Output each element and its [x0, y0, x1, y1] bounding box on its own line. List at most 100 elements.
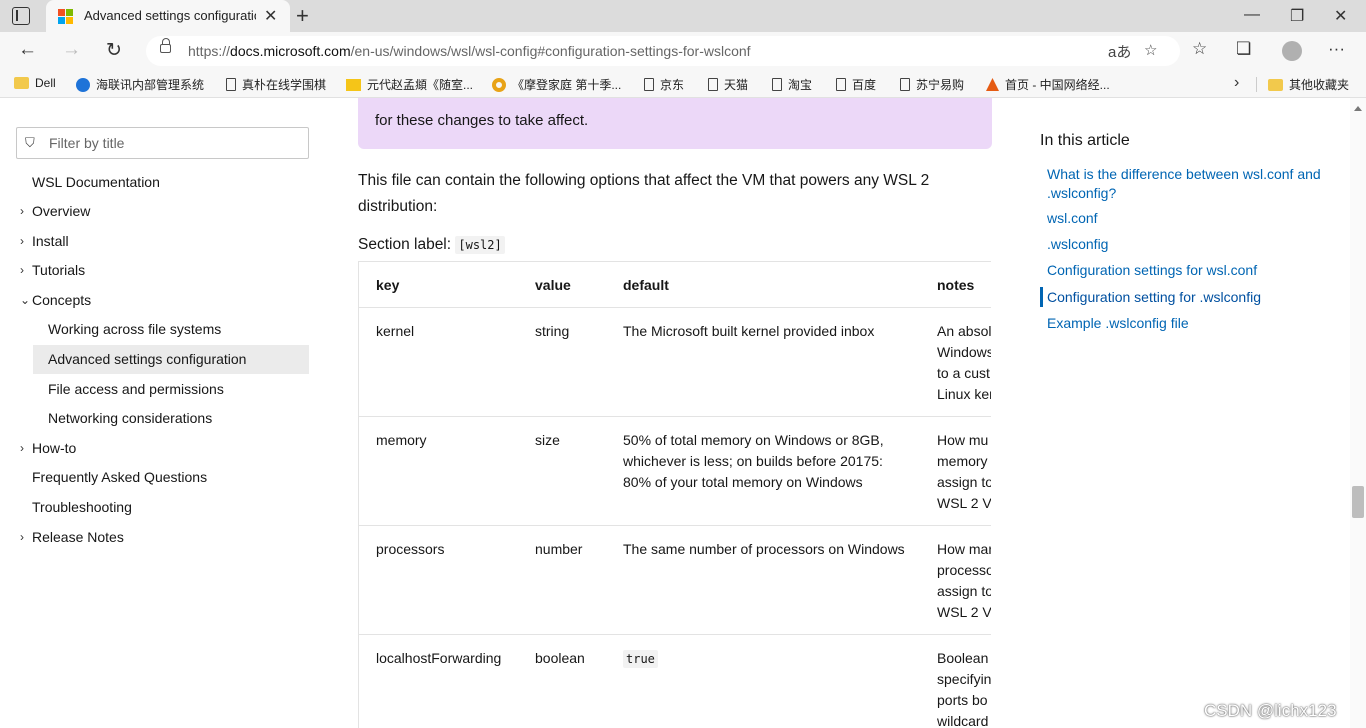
chevron-right-icon[interactable]: › — [20, 530, 24, 544]
column-header-key: key — [376, 277, 400, 293]
cell-default: true — [623, 648, 923, 670]
back-icon[interactable]: ← — [18, 39, 37, 61]
bookmark-item[interactable]: 京东 — [644, 76, 684, 93]
sidebar-item-wsl-documentation[interactable]: WSL Documentation — [32, 174, 160, 190]
minimize-icon[interactable]: — — [1244, 6, 1260, 24]
bookmark-item[interactable]: 淘宝 — [772, 76, 812, 93]
forward-icon[interactable]: → — [62, 39, 81, 61]
other-bookmarks[interactable]: 其他收藏夹 — [1268, 76, 1349, 93]
sidebar-item-troubleshooting[interactable]: Troubleshooting — [32, 499, 132, 515]
close-tab-icon[interactable]: ✕ — [264, 6, 277, 26]
article-link-wsl-conf[interactable]: wsl.conf — [1047, 209, 1337, 228]
settings-table: key value default notes kernel string Th… — [358, 261, 991, 728]
red-icon — [986, 78, 999, 91]
cell-value: boolean — [535, 650, 585, 666]
read-aloud-icon[interactable]: aあ — [1108, 41, 1131, 62]
bookmark-item[interactable]: 首页 - 中国网络经... — [986, 76, 1110, 93]
column-header-notes: notes — [937, 277, 975, 293]
sidebar-item-networking[interactable]: Networking considerations — [48, 410, 212, 426]
folder-icon — [1268, 78, 1283, 91]
chevron-right-icon[interactable]: › — [20, 263, 24, 277]
cell-notes: An absol Windows to a cust Linux ker — [937, 323, 991, 402]
note-text: for these changes to take affect. — [375, 112, 589, 129]
article-link-config-wsl-conf[interactable]: Configuration settings for wsl.conf — [1047, 261, 1337, 280]
sidebar-item-how-to[interactable]: How-to — [32, 440, 76, 456]
bookmark-item[interactable]: 海联讯内部管理系统 — [76, 76, 204, 93]
add-favorite-icon[interactable]: ☆ — [1144, 41, 1157, 59]
tab-bar: Advanced settings configuration ✕ + — ❐ … — [0, 0, 1366, 32]
default-code: true — [623, 650, 658, 668]
table-header-row: key value default notes — [359, 262, 991, 308]
tab-title: Advanced settings configuration — [84, 8, 256, 23]
scrollbar-thumb[interactable] — [1352, 486, 1364, 518]
bookmark-item[interactable]: 真朴在线学围棋 — [226, 76, 326, 93]
favorites-icon[interactable]: ☆ — [1192, 39, 1207, 59]
article-paragraph: This file can contain the following opti… — [358, 172, 930, 215]
watermark: CSDN @lichx123 — [1204, 701, 1337, 720]
chevron-right-icon[interactable]: › — [20, 204, 24, 218]
sidebar-item-file-access[interactable]: File access and permissions — [48, 381, 224, 397]
collections-icon[interactable]: ❏ — [1236, 39, 1251, 59]
url-text[interactable]: https://docs.microsoft.com/en-us/windows… — [188, 43, 751, 59]
section-code: [wsl2] — [455, 236, 505, 254]
folder-icon — [14, 77, 29, 89]
chevron-right-icon[interactable]: › — [1234, 74, 1239, 92]
bookmark-item[interactable]: 元代赵孟頫《随室... — [346, 76, 473, 93]
table-row: memory size 50% of total memory on Windo… — [359, 417, 991, 526]
chevron-down-icon[interactable]: ⌄ — [20, 293, 30, 307]
address-bar[interactable]: https://docs.microsoft.com/en-us/windows… — [146, 36, 1180, 66]
article-link-wslconfig[interactable]: .wslconfig — [1047, 235, 1337, 254]
bookmarks-bar: Dell 海联讯内部管理系统 真朴在线学围棋 元代赵孟頫《随室... 《摩登家庭… — [0, 70, 1366, 98]
page-icon — [836, 78, 846, 91]
chevron-right-icon[interactable]: › — [20, 234, 24, 248]
profile-avatar[interactable] — [1282, 41, 1302, 61]
chevron-right-icon[interactable]: › — [20, 441, 24, 455]
tab-actions-icon[interactable] — [12, 7, 30, 25]
browser-tab[interactable]: Advanced settings configuration ✕ — [46, 0, 290, 32]
filter-input[interactable]: ⛉ Filter by title — [16, 127, 309, 159]
cell-notes: How mu memory assign to WSL 2 VI — [937, 432, 991, 511]
bookmark-item[interactable]: 天猫 — [708, 76, 748, 93]
page-icon — [644, 78, 654, 91]
bookmark-item[interactable]: 《摩登家庭 第十季... — [492, 76, 621, 93]
refresh-icon[interactable]: ↻ — [106, 39, 122, 62]
sidebar-item-advanced-settings[interactable]: Advanced settings configuration — [48, 351, 246, 367]
filter-placeholder: Filter by title — [49, 135, 125, 151]
cell-value: number — [535, 541, 583, 557]
cell-value: string — [535, 323, 570, 339]
page-icon — [900, 78, 910, 91]
sidebar-item-install[interactable]: Install — [32, 233, 69, 249]
sidebar-item-tutorials[interactable]: Tutorials — [32, 262, 85, 278]
cell-key: localhostForwarding — [376, 650, 502, 666]
cell-key: memory — [376, 432, 427, 448]
table-row: processors number The same number of pro… — [359, 526, 991, 635]
article-link-example[interactable]: Example .wslconfig file — [1047, 314, 1337, 333]
sidebar-item-concepts[interactable]: Concepts — [32, 292, 91, 308]
bookmark-dell[interactable]: Dell — [14, 76, 56, 90]
sidebar-item-release-notes[interactable]: Release Notes — [32, 529, 124, 545]
bookmark-item[interactable]: 百度 — [836, 76, 876, 93]
filter-icon: ⛉ — [25, 135, 35, 150]
page-content: ⛉ Filter by title WSL Documentation › Ov… — [0, 98, 1366, 728]
table-row: localhostForwarding boolean true Boolean… — [359, 635, 991, 728]
sidebar-item-faq[interactable]: Frequently Asked Questions — [32, 469, 207, 485]
new-tab-icon[interactable]: + — [296, 3, 309, 29]
lock-icon[interactable] — [160, 38, 171, 53]
sidebar-item-working-across-file-systems[interactable]: Working across file systems — [48, 321, 221, 337]
sidebar-item-overview[interactable]: Overview — [32, 203, 90, 219]
cell-notes: How mar processo assign to WSL 2 VI — [937, 541, 991, 620]
bookmark-item[interactable]: 苏宁易购 — [900, 76, 964, 93]
article-link-config-wslconfig[interactable]: Configuration setting for .wslconfig — [1047, 288, 1337, 307]
article-link-difference[interactable]: What is the difference between wsl.conf … — [1047, 165, 1332, 203]
microsoft-logo-icon — [58, 9, 73, 24]
close-window-icon[interactable]: ✕ — [1334, 6, 1347, 26]
page-icon — [708, 78, 718, 91]
more-menu-icon[interactable]: ··· — [1328, 39, 1345, 59]
cell-key: kernel — [376, 323, 415, 339]
column-header-value: value — [535, 277, 571, 293]
scrollbar[interactable] — [1350, 98, 1366, 728]
active-link-indicator — [1040, 287, 1043, 307]
maximize-icon[interactable]: ❐ — [1290, 6, 1304, 26]
scroll-up-icon[interactable] — [1354, 106, 1362, 111]
cell-value: size — [535, 432, 560, 448]
